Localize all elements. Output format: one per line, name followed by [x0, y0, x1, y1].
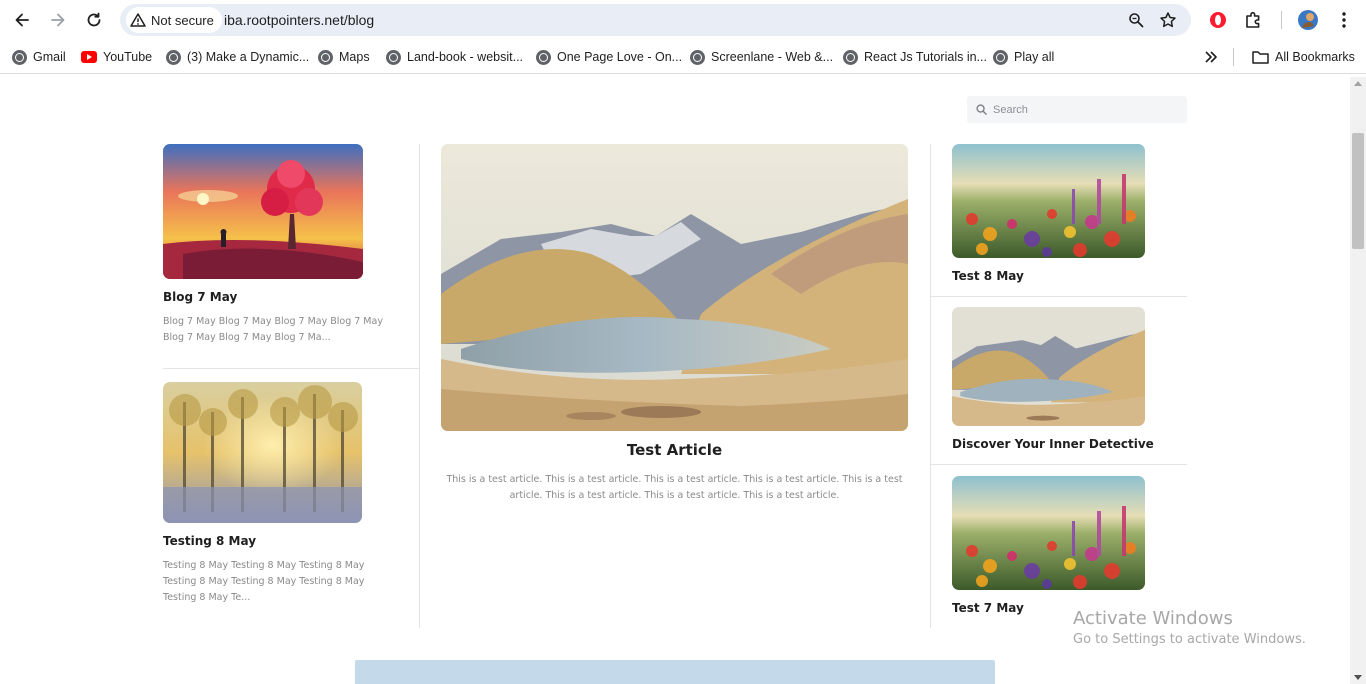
- folder-icon: [1252, 51, 1269, 64]
- forward-arrow-icon: [51, 13, 65, 27]
- address-bar[interactable]: Not secure iba.rootpointers.net/blog: [120, 4, 1191, 36]
- opera-icon: [1210, 12, 1226, 28]
- featured-post-image[interactable]: [441, 144, 908, 431]
- globe-icon: [690, 49, 705, 65]
- security-label: Not secure: [151, 12, 214, 28]
- globe-icon: [843, 49, 858, 65]
- page-scrollbar[interactable]: [1350, 77, 1366, 684]
- zoom-icon: [1129, 13, 1144, 28]
- blog-search-box[interactable]: [967, 96, 1187, 123]
- browser-toolbar: Not secure iba.rootpointers.net/blog: [0, 0, 1366, 40]
- post-thumbnail-testing-8-may[interactable]: [163, 382, 362, 523]
- reload-icon: [87, 12, 101, 27]
- site-info-chip[interactable]: Not secure: [126, 7, 222, 33]
- column-divider-left: [419, 144, 420, 628]
- activate-windows-title: Activate Windows: [1073, 608, 1233, 629]
- bookmark-gmail[interactable]: Gmail: [12, 48, 66, 66]
- newsletter-banner: [355, 660, 995, 684]
- page-viewport: Blog 7 May Blog 7 May Blog 7 May Blog 7 …: [0, 77, 1350, 684]
- bookmark-label: Maps: [339, 50, 370, 64]
- toolbar-divider: [1281, 11, 1282, 29]
- bookmarks-divider: [1233, 48, 1234, 66]
- column-divider-right: [930, 144, 931, 628]
- search-input[interactable]: [993, 103, 1173, 116]
- post-title[interactable]: Testing 8 May: [163, 534, 256, 548]
- bookmark-star-button[interactable]: [1158, 10, 1178, 30]
- globe-icon: [993, 49, 1008, 65]
- post-thumbnail-blog-7-may[interactable]: [163, 144, 363, 279]
- bookmark-label: Land-book - websit...: [407, 50, 524, 64]
- browser-menu-button[interactable]: [1332, 8, 1356, 32]
- star-icon: [1160, 12, 1176, 28]
- scroll-down-arrow-icon[interactable]: [1354, 675, 1362, 680]
- avatar: [1298, 10, 1318, 30]
- kebab-menu-icon: [1342, 12, 1346, 28]
- extensions-button[interactable]: [1242, 8, 1266, 32]
- post-divider: [930, 296, 1187, 297]
- bookmark-label: Gmail: [33, 50, 66, 64]
- post-thumbnail-discover-inner-detective[interactable]: [952, 307, 1145, 426]
- zoom-button[interactable]: [1126, 10, 1146, 30]
- bookmark-label: React Js Tutorials in...: [864, 50, 987, 64]
- opera-extension-button[interactable]: [1206, 8, 1230, 32]
- post-thumbnail-test-7-may[interactable]: [952, 476, 1145, 590]
- mountain-lake-painting-image: [952, 307, 1145, 426]
- bookmark-label: One Page Love - On...: [557, 50, 683, 64]
- profile-avatar-button[interactable]: [1296, 8, 1320, 32]
- bookmark-label: (3) Make a Dynamic...: [187, 50, 310, 64]
- puzzle-icon: [1246, 11, 1260, 28]
- featured-post-title[interactable]: Test Article: [441, 441, 908, 459]
- post-title[interactable]: Blog 7 May: [163, 290, 237, 304]
- globe-icon: [536, 49, 551, 65]
- post-excerpt: Blog 7 May Blog 7 May Blog 7 May Blog 7 …: [163, 316, 383, 343]
- bookmark-land-book[interactable]: Land-book - websit...: [386, 48, 523, 66]
- scrollbar-thumb[interactable]: [1352, 133, 1364, 249]
- globe-icon: [318, 49, 333, 65]
- bookmark-label: Play all: [1014, 50, 1055, 64]
- bookmarks-overflow-button[interactable]: [1204, 48, 1218, 66]
- bookmark-one-page-love[interactable]: One Page Love - On...: [536, 48, 682, 66]
- search-icon: [976, 104, 987, 115]
- all-bookmarks-button[interactable]: All Bookmarks: [1252, 48, 1355, 66]
- flower-field-image: [952, 144, 1145, 258]
- mountain-lake-painting-image: [441, 144, 908, 431]
- bookmark-label: Screenlane - Web &...: [711, 50, 834, 64]
- forward-button[interactable]: [46, 8, 70, 32]
- forest-painting-image: [163, 382, 362, 523]
- back-button[interactable]: [10, 8, 34, 32]
- all-bookmarks-label: All Bookmarks: [1275, 50, 1355, 64]
- back-arrow-icon: [15, 13, 29, 27]
- bookmark-label: YouTube: [103, 50, 153, 64]
- flower-field-image: [952, 476, 1145, 590]
- post-thumbnail-test-8-may[interactable]: [952, 144, 1145, 258]
- sunset-tree-image: [163, 144, 363, 279]
- post-title[interactable]: Discover Your Inner Detective: [952, 437, 1154, 451]
- post-divider: [163, 368, 419, 369]
- post-title[interactable]: Test 7 May: [952, 601, 1024, 615]
- featured-post-excerpt: This is a test article. This is a test a…: [446, 474, 903, 501]
- post-divider: [930, 464, 1187, 465]
- bookmark-make-dynamic[interactable]: (3) Make a Dynamic...: [166, 48, 309, 66]
- globe-icon: [12, 49, 27, 65]
- post-title[interactable]: Test 8 May: [952, 269, 1024, 283]
- globe-icon: [386, 49, 401, 65]
- post-excerpt: Testing 8 May Testing 8 May Testing 8 Ma…: [163, 560, 365, 603]
- url-text[interactable]: iba.rootpointers.net/blog: [224, 12, 374, 28]
- bookmark-react-tutorials[interactable]: React Js Tutorials in...: [843, 48, 987, 66]
- bookmarks-bar: Gmail YouTube (3) Make a Dynamic... Maps…: [0, 40, 1366, 74]
- scroll-up-arrow-icon[interactable]: [1354, 81, 1362, 86]
- youtube-icon: [81, 51, 97, 63]
- double-chevron-right-icon: [1205, 51, 1217, 63]
- activate-windows-hint: Go to Settings to activate Windows.: [1073, 632, 1306, 647]
- reload-button[interactable]: [82, 8, 106, 32]
- globe-icon: [166, 49, 181, 65]
- windows-activation-watermark: Activate Windows Go to Settings to activ…: [1073, 608, 1306, 647]
- bookmark-play-all[interactable]: Play all: [993, 48, 1054, 66]
- bookmark-maps[interactable]: Maps: [318, 48, 370, 66]
- bookmark-youtube[interactable]: YouTube: [81, 48, 152, 66]
- warning-triangle-icon: [130, 13, 146, 27]
- bookmark-screenlane[interactable]: Screenlane - Web &...: [690, 48, 833, 66]
